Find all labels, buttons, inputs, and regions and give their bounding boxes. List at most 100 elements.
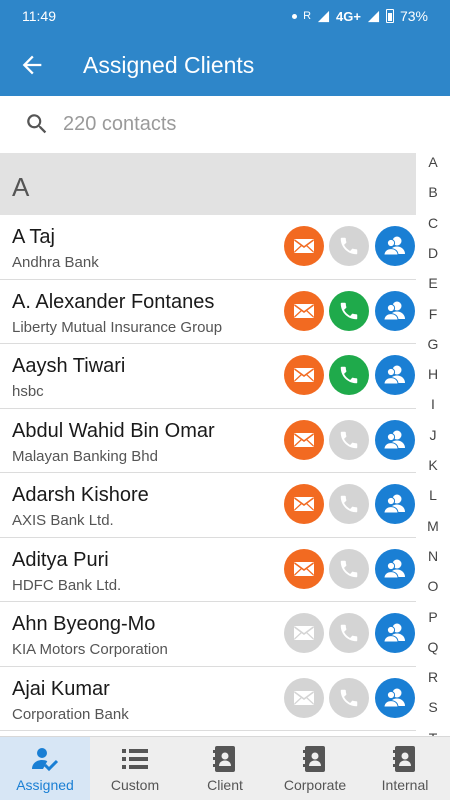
index-letter[interactable]: G <box>416 336 450 352</box>
contact-company: Andhra Bank <box>12 254 99 271</box>
search-bar <box>0 96 450 153</box>
tab-label: Internal <box>381 777 429 793</box>
contact-name: A. Alexander Fontanes <box>12 290 215 313</box>
people-icon <box>383 559 405 578</box>
index-letter[interactable]: M <box>416 518 450 534</box>
contact-company: HDFC Bank Ltd. <box>12 576 122 594</box>
index-letter[interactable]: I <box>416 396 450 412</box>
tab-custom[interactable]: Custom <box>90 737 180 800</box>
index-letter[interactable]: C <box>416 215 450 231</box>
person-check-icon <box>31 745 59 773</box>
list-icon <box>121 745 149 773</box>
search-input[interactable] <box>63 108 403 140</box>
mail-icon <box>294 239 314 253</box>
contact-company: Corporation Bank <box>12 705 129 723</box>
contact-name: Aaysh Tiwari <box>12 355 126 377</box>
contact-name: A Taj <box>12 226 55 248</box>
phone-icon <box>340 495 358 513</box>
call-button[interactable] <box>329 613 369 653</box>
contact-details-button[interactable] <box>375 226 415 266</box>
mail-icon <box>294 561 314 576</box>
contact-details-button[interactable] <box>375 355 415 395</box>
contact-name: Abdul Wahid Bin Omar <box>12 419 215 442</box>
index-letter[interactable]: S <box>416 699 450 715</box>
call-button[interactable] <box>329 484 369 524</box>
contact-list[interactable]: A A Taj Andhra Bank A. Alexander Fontanes L… <box>0 153 416 736</box>
mail-icon <box>294 303 314 318</box>
contact-book-icon <box>301 745 329 773</box>
index-letter[interactable]: F <box>416 306 450 322</box>
index-letter[interactable]: P <box>416 609 450 625</box>
people-icon <box>383 365 405 385</box>
contact-company: KIA Motors Corporation <box>12 641 168 658</box>
mail-icon <box>294 497 314 511</box>
contact-details-button[interactable] <box>375 677 415 718</box>
list-item[interactable]: Abdul Wahid Bin Omar Malayan Banking Bhd <box>0 409 416 473</box>
status-icons: R 4G+ 73% <box>292 8 428 24</box>
section-header: A <box>0 153 416 215</box>
contact-book-icon <box>211 745 239 773</box>
index-letter[interactable]: A <box>416 154 450 170</box>
index-letter[interactable]: J <box>416 427 450 443</box>
call-button[interactable] <box>329 355 369 395</box>
back-arrow-icon[interactable] <box>18 51 46 79</box>
list-item[interactable]: Aditya Puri HDFC Bank Ltd. <box>0 538 416 602</box>
index-letter[interactable]: Q <box>416 639 450 655</box>
app-bar: Assigned Clients <box>0 33 450 96</box>
email-button[interactable] <box>284 484 324 524</box>
index-letter[interactable]: R <box>416 669 450 685</box>
list-item[interactable]: Ajai Kumar Corporation Bank <box>0 667 416 731</box>
index-letter[interactable]: L <box>416 487 450 503</box>
tab-assigned[interactable]: Assigned <box>0 737 90 800</box>
call-button[interactable] <box>329 226 369 266</box>
email-button[interactable] <box>284 290 324 331</box>
tab-label: Custom <box>110 777 160 793</box>
index-letter[interactable]: B <box>416 184 450 200</box>
list-item[interactable]: Adarsh Kishore AXIS Bank Ltd. <box>0 473 416 538</box>
list-item[interactable]: Ahn Byeong-Mo KIA Motors Corporation <box>0 602 416 667</box>
people-icon <box>383 430 405 449</box>
list-item[interactable]: Aaysh Tiwari hsbc <box>0 344 416 409</box>
email-button[interactable] <box>284 226 324 266</box>
tab-internal[interactable]: Internal <box>360 737 450 800</box>
contact-details-button[interactable] <box>375 290 415 331</box>
contact-details-button[interactable] <box>375 419 415 460</box>
mail-icon <box>294 690 314 705</box>
email-button[interactable] <box>284 548 324 589</box>
index-letter[interactable]: N <box>416 548 450 564</box>
contact-company: hsbc <box>12 383 44 400</box>
index-letter[interactable]: D <box>416 245 450 261</box>
call-button[interactable] <box>329 419 369 460</box>
call-button[interactable] <box>329 548 369 589</box>
call-button[interactable] <box>329 290 369 331</box>
index-letter[interactable]: H <box>416 366 450 382</box>
email-button[interactable] <box>284 677 324 718</box>
contact-details-button[interactable] <box>375 484 415 524</box>
list-item[interactable]: A Taj Andhra Bank <box>0 215 416 280</box>
notification-dot-icon <box>292 13 298 19</box>
index-letter[interactable]: K <box>416 457 450 473</box>
contact-name: Adarsh Kishore <box>12 484 149 506</box>
email-button[interactable] <box>284 613 324 653</box>
contact-details-button[interactable] <box>375 548 415 589</box>
alphabet-index[interactable]: ABCDEFGHIJKLMNOPQRST <box>416 153 450 746</box>
phone-icon <box>340 431 358 448</box>
tab-corporate[interactable]: Corporate <box>270 737 360 800</box>
status-carrier: R <box>303 10 312 22</box>
people-icon <box>383 688 405 707</box>
people-icon <box>383 494 405 514</box>
list-item[interactable]: A. Alexander Fontanes Liberty Mutual Insu… <box>0 280 416 344</box>
index-letter[interactable]: O <box>416 578 450 594</box>
email-button[interactable] <box>284 355 324 395</box>
people-icon <box>383 623 405 643</box>
call-button[interactable] <box>329 677 369 718</box>
contact-book-icon <box>391 745 419 773</box>
email-button[interactable] <box>284 419 324 460</box>
bottom-navigation: Assigned Custom Client Corporate Internal <box>0 736 450 800</box>
contact-details-button[interactable] <box>375 613 415 653</box>
page-title: Assigned Clients <box>83 52 255 78</box>
index-letter[interactable]: E <box>416 275 450 291</box>
contact-company: Liberty Mutual Insurance Group <box>12 318 223 336</box>
tab-client[interactable]: Client <box>180 737 270 800</box>
status-network: 4G+ <box>336 8 361 24</box>
